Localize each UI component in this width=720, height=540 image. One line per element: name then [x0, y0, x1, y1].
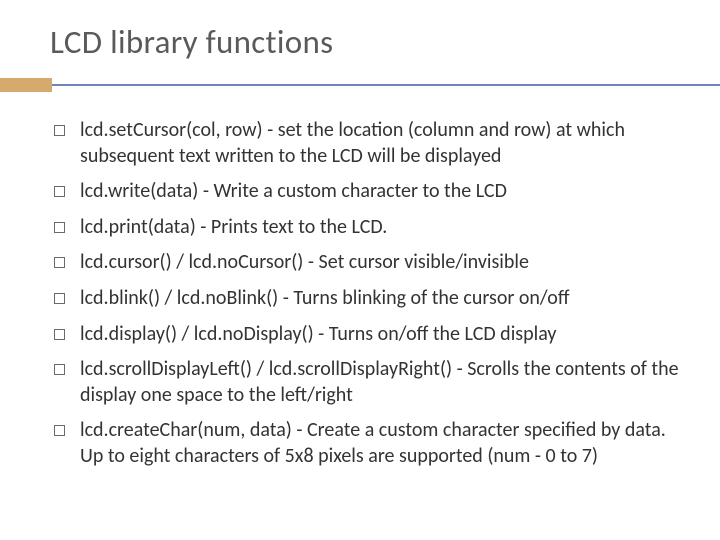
list-item: lcd.write(data) - Write a custom charact…	[54, 179, 680, 205]
list-item: lcd.print(data) - Prints text to the LCD…	[54, 215, 680, 241]
list-item: lcd.createChar(num, data) - Create a cus…	[54, 418, 680, 469]
divider-accent-block	[0, 78, 52, 92]
slide: LCD library functions lcd.setCursor(col,…	[0, 0, 720, 540]
list-item: lcd.scrollDisplayLeft() / lcd.scrollDisp…	[54, 357, 680, 408]
list-item: lcd.cursor() / lcd.noCursor() - Set curs…	[54, 250, 680, 276]
divider-line	[52, 84, 720, 86]
list-item: lcd.blink() / lcd.noBlink() - Turns blin…	[54, 286, 680, 312]
list-item: lcd.setCursor(col, row) - set the locati…	[54, 118, 680, 169]
list-item: lcd.display() / lcd.noDisplay() - Turns …	[54, 322, 680, 348]
content-area: lcd.setCursor(col, row) - set the locati…	[0, 92, 720, 470]
page-title: LCD library functions	[0, 22, 720, 62]
title-divider	[0, 78, 720, 92]
function-list: lcd.setCursor(col, row) - set the locati…	[54, 118, 680, 470]
